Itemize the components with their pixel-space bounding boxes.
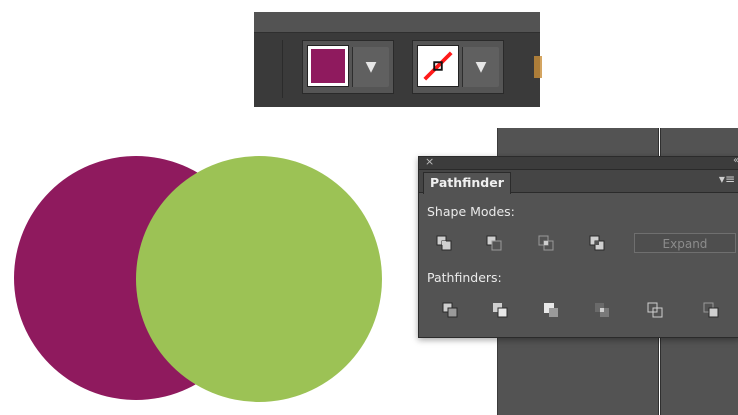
intersect-icon[interactable] xyxy=(538,235,554,251)
fill-dropdown-button[interactable]: ▼ xyxy=(352,47,389,87)
chevron-down-icon: ▼ xyxy=(365,59,377,75)
panel-menu-icon[interactable]: ▾≡ xyxy=(719,172,735,186)
pathfinders-label: Pathfinders: xyxy=(427,270,502,285)
green-circle[interactable] xyxy=(136,156,382,402)
stroke-color-control[interactable]: ▼ xyxy=(412,40,504,94)
outline-icon[interactable] xyxy=(647,302,663,318)
unite-icon[interactable] xyxy=(436,235,452,251)
exclude-icon[interactable] xyxy=(589,235,605,251)
divide-icon[interactable] xyxy=(442,302,458,318)
trim-icon[interactable] xyxy=(492,302,508,318)
pathfinder-panel: × ‹‹ Pathfinder ▾≡ Shape Modes: Expand P… xyxy=(418,155,738,338)
toolbar-clipped-icon xyxy=(534,56,542,78)
crop-icon[interactable] xyxy=(594,302,610,318)
none-color-icon xyxy=(423,51,453,81)
fill-swatch[interactable] xyxy=(307,45,349,87)
artboard xyxy=(0,130,400,415)
toolbar-divider xyxy=(282,40,283,98)
shape-modes-label: Shape Modes: xyxy=(427,204,515,219)
control-toolbar: ▼ ▼ xyxy=(254,12,542,107)
toolbar-top-strip xyxy=(254,12,540,33)
fill-color-control[interactable]: ▼ xyxy=(302,40,394,94)
chevron-down-icon: ▼ xyxy=(475,59,487,75)
tab-pathfinder[interactable]: Pathfinder xyxy=(423,172,511,194)
merge-icon[interactable] xyxy=(543,302,559,318)
collapse-icon[interactable]: ‹‹ xyxy=(733,155,738,166)
panel-tab-row: Pathfinder ▾≡ xyxy=(419,170,738,194)
close-icon[interactable]: × xyxy=(425,155,434,168)
stroke-dropdown-button[interactable]: ▼ xyxy=(462,47,499,87)
stroke-swatch[interactable] xyxy=(417,45,459,87)
minus-back-icon[interactable] xyxy=(703,302,719,318)
expand-button[interactable]: Expand xyxy=(634,233,736,253)
fill-color-chip xyxy=(311,49,345,83)
minus-front-icon[interactable] xyxy=(486,235,502,251)
panel-titlebar[interactable]: × ‹‹ xyxy=(419,155,738,170)
